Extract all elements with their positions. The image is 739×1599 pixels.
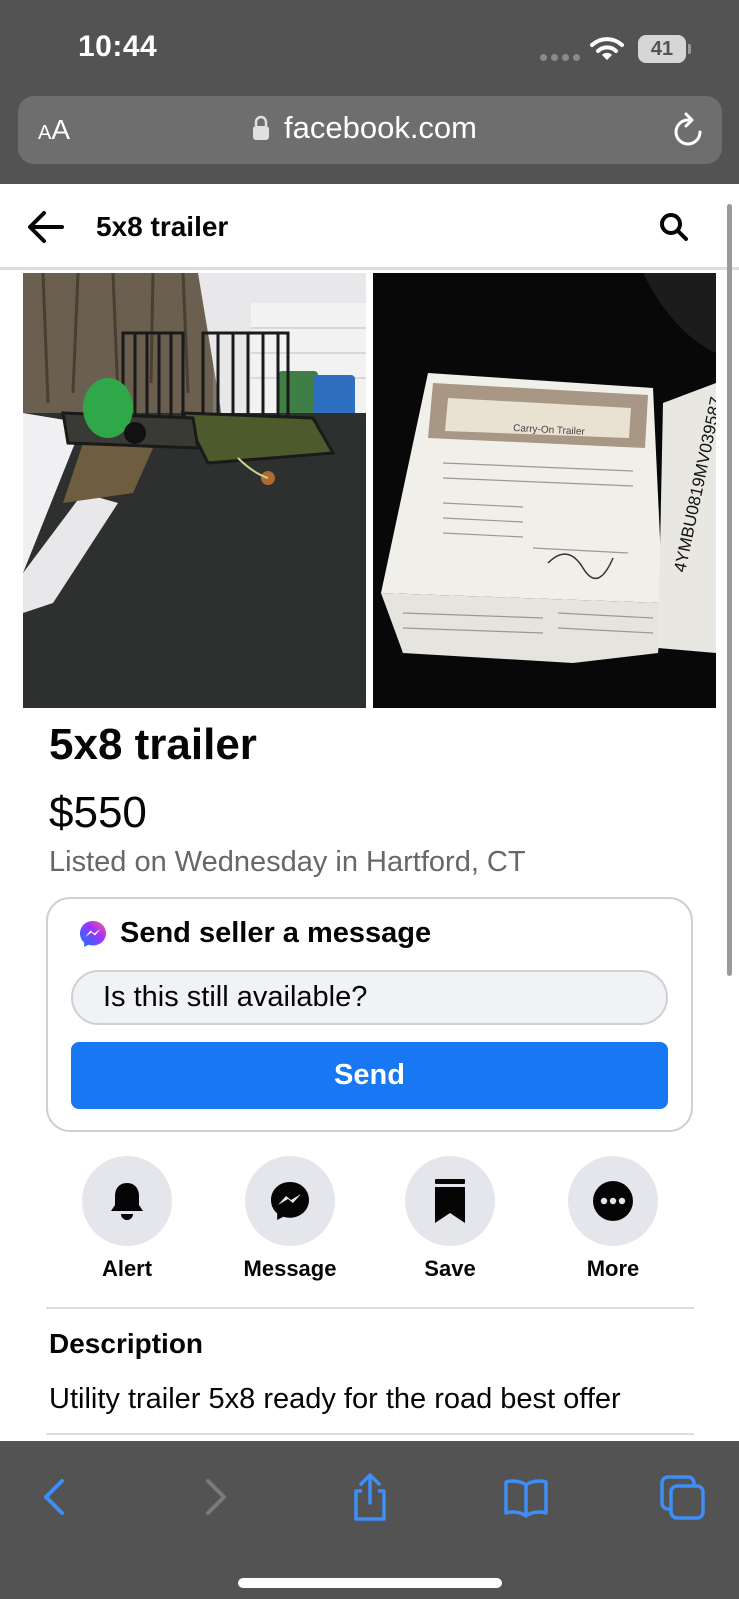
browser-back-icon[interactable] — [32, 1473, 80, 1521]
search-icon[interactable] — [658, 211, 690, 243]
battery-indicator: 41 — [638, 35, 686, 63]
bookmarks-icon[interactable] — [502, 1473, 550, 1521]
status-time: 10:44 — [78, 30, 158, 63]
bell-icon — [111, 1183, 143, 1220]
section-divider — [46, 1433, 694, 1435]
message-label: Message — [243, 1256, 337, 1281]
messenger-icon — [80, 921, 106, 947]
send-button[interactable]: Send — [71, 1042, 668, 1109]
tabs-icon[interactable] — [658, 1473, 706, 1521]
message-card-title: Send seller a message — [120, 917, 432, 949]
lock-icon — [253, 115, 269, 140]
text-size-button[interactable]: AA — [38, 114, 70, 146]
title-document-illustration: Carry-On Trailer 4YMBU0819MV039587 — [373, 273, 716, 708]
more-button[interactable] — [568, 1156, 658, 1246]
page-scrollbar[interactable] — [727, 204, 732, 976]
reload-icon[interactable] — [670, 110, 706, 150]
trailer-photo-illustration — [23, 273, 366, 708]
more-icon — [593, 1181, 633, 1221]
section-divider — [46, 1307, 694, 1309]
save-action[interactable]: Save — [390, 1156, 510, 1282]
message-input[interactable] — [71, 970, 668, 1025]
safari-bottom-toolbar — [0, 1441, 739, 1599]
battery-nub — [688, 44, 691, 54]
alert-button[interactable] — [82, 1156, 172, 1246]
page-header: 5x8 trailer — [0, 184, 739, 270]
alert-action[interactable]: Alert — [67, 1156, 187, 1282]
alert-label: Alert — [101, 1256, 153, 1281]
bookmark-icon — [435, 1179, 465, 1223]
listing-price: $550 — [49, 788, 147, 837]
wifi-icon — [590, 37, 624, 60]
page-title: 5x8 trailer — [96, 211, 229, 242]
browser-forward-icon[interactable] — [190, 1473, 238, 1521]
description-heading: Description — [49, 1328, 204, 1359]
back-arrow-icon[interactable] — [26, 208, 66, 246]
share-icon[interactable] — [346, 1473, 394, 1521]
listing-meta: Listed on Wednesday in Hartford, CT — [49, 846, 526, 878]
more-label: More — [586, 1256, 640, 1281]
safari-top-bar: 10:44 41 AA facebook.com — [0, 0, 739, 184]
url-text: facebook.com — [284, 110, 477, 145]
more-action[interactable]: More — [553, 1156, 673, 1282]
send-message-card: Send seller a message Send — [46, 897, 693, 1132]
message-button[interactable] — [245, 1156, 335, 1246]
home-indicator[interactable] — [238, 1578, 502, 1588]
description-text: Utility trailer 5x8 ready for the road b… — [49, 1383, 621, 1415]
messenger-icon — [271, 1182, 309, 1220]
message-action[interactable]: Message — [230, 1156, 350, 1282]
cellular-signal-icon — [540, 54, 580, 61]
listing-photo-trailer[interactable] — [23, 273, 366, 708]
address-bar[interactable]: AA facebook.com — [18, 96, 722, 164]
battery-level: 41 — [650, 37, 674, 60]
listing-title: 5x8 trailer — [49, 720, 257, 769]
save-label: Save — [424, 1256, 476, 1281]
listing-photo-title-document[interactable]: Carry-On Trailer 4YMBU0819MV039587 — [373, 273, 716, 708]
save-button[interactable] — [405, 1156, 495, 1246]
